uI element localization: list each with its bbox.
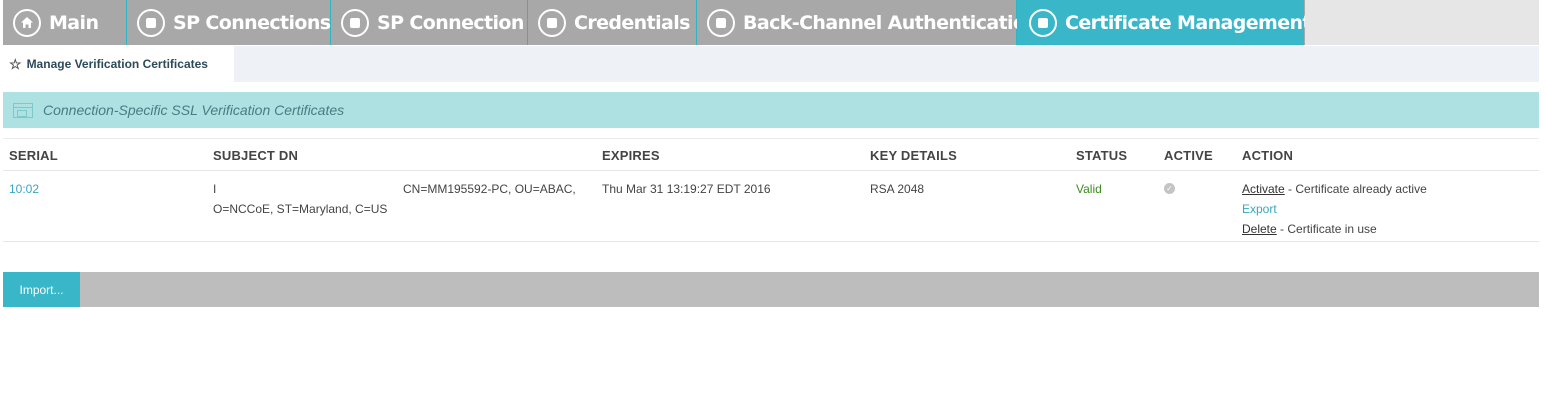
table-header: SERIAL SUBJECT DN EXPIRES KEY DETAILS ST… bbox=[3, 138, 1539, 171]
breadcrumb: Main SP Connections SP Connection Creden… bbox=[3, 0, 1539, 45]
table-row: 10:02 I CN=MM195592-PC, OU=ABAC, O=NCCoE… bbox=[3, 171, 1539, 242]
delete-link[interactable]: Delete bbox=[1242, 222, 1277, 236]
certificates-table: SERIAL SUBJECT DN EXPIRES KEY DETAILS ST… bbox=[3, 138, 1539, 242]
header-key-details: KEY DETAILS bbox=[870, 148, 957, 163]
tab-label: Manage Verification Certificates bbox=[26, 57, 208, 71]
header-action: ACTION bbox=[1242, 148, 1294, 163]
breadcrumb-certificate-management[interactable]: Certificate Management bbox=[1017, 0, 1312, 45]
header-serial: SERIAL bbox=[9, 148, 58, 163]
star-icon: ☆ bbox=[9, 56, 22, 72]
header-status: STATUS bbox=[1076, 148, 1128, 163]
home-icon bbox=[13, 8, 41, 37]
header-subject-dn: SUBJECT DN bbox=[213, 148, 299, 163]
breadcrumb-label: SP Connections bbox=[173, 11, 331, 34]
breadcrumb-label: SP Connection bbox=[377, 11, 524, 34]
expires-value: Thu Mar 31 13:19:27 EDT 2016 bbox=[602, 182, 771, 196]
breadcrumb-label: Back-Channel Authentication bbox=[743, 11, 1039, 34]
active-cell: ✓ bbox=[1164, 179, 1175, 194]
section-title: Connection-Specific SSL Verification Cer… bbox=[43, 102, 345, 118]
subject-dn-line1-right: CN=MM195592-PC, OU=ABAC, bbox=[403, 182, 576, 196]
breadcrumb-sp-connections[interactable]: SP Connections bbox=[127, 0, 331, 45]
subject-dn-line1-left: I bbox=[213, 182, 217, 196]
breadcrumb-label: Credentials bbox=[574, 11, 690, 34]
check-circle-icon: ✓ bbox=[1164, 183, 1175, 194]
breadcrumb-filler bbox=[1305, 0, 1539, 45]
key-details-value: RSA 2048 bbox=[870, 182, 925, 196]
circle-square-icon bbox=[707, 8, 735, 37]
circle-square-icon bbox=[538, 8, 566, 37]
circle-square-icon bbox=[1029, 8, 1057, 37]
header-expires: EXPIRES bbox=[602, 148, 660, 163]
subject-dn-cell: I CN=MM195592-PC, OU=ABAC, O=NCCoE, ST=M… bbox=[213, 179, 593, 219]
delete-note: - Certificate in use bbox=[1276, 222, 1377, 236]
section-header: Connection-Specific SSL Verification Cer… bbox=[3, 92, 1539, 128]
breadcrumb-credentials[interactable]: Credentials bbox=[528, 0, 697, 45]
import-button[interactable]: Import... bbox=[3, 272, 80, 307]
status-badge: Valid bbox=[1076, 182, 1102, 196]
certificate-management-page: Main SP Connections SP Connection Creden… bbox=[0, 0, 1546, 420]
breadcrumb-main[interactable]: Main bbox=[3, 0, 127, 45]
breadcrumb-label: Certificate Management bbox=[1065, 11, 1312, 34]
sub-tab-bar: ☆ Manage Verification Certificates bbox=[3, 46, 1539, 82]
circle-square-icon bbox=[137, 8, 165, 37]
breadcrumb-sp-connection[interactable]: SP Connection bbox=[331, 0, 528, 45]
breadcrumb-back-channel-authentication[interactable]: Back-Channel Authentication bbox=[697, 0, 1039, 45]
activate-note: - Certificate already active bbox=[1284, 182, 1427, 196]
serial-link[interactable]: 10:02 bbox=[9, 179, 39, 199]
window-icon bbox=[13, 102, 33, 118]
header-active: ACTIVE bbox=[1164, 148, 1213, 163]
action-cell: Activate - Certificate already active Ex… bbox=[1242, 179, 1427, 239]
export-link[interactable]: Export bbox=[1242, 202, 1277, 216]
subject-dn-line2: O=NCCoE, ST=Maryland, C=US bbox=[213, 202, 388, 216]
activate-link[interactable]: Activate bbox=[1242, 182, 1285, 196]
footer-bar: Import... bbox=[3, 272, 1539, 307]
breadcrumb-label: Main bbox=[49, 11, 99, 34]
tab-manage-verification-certificates[interactable]: ☆ Manage Verification Certificates bbox=[3, 46, 234, 82]
circle-square-icon bbox=[341, 8, 369, 37]
